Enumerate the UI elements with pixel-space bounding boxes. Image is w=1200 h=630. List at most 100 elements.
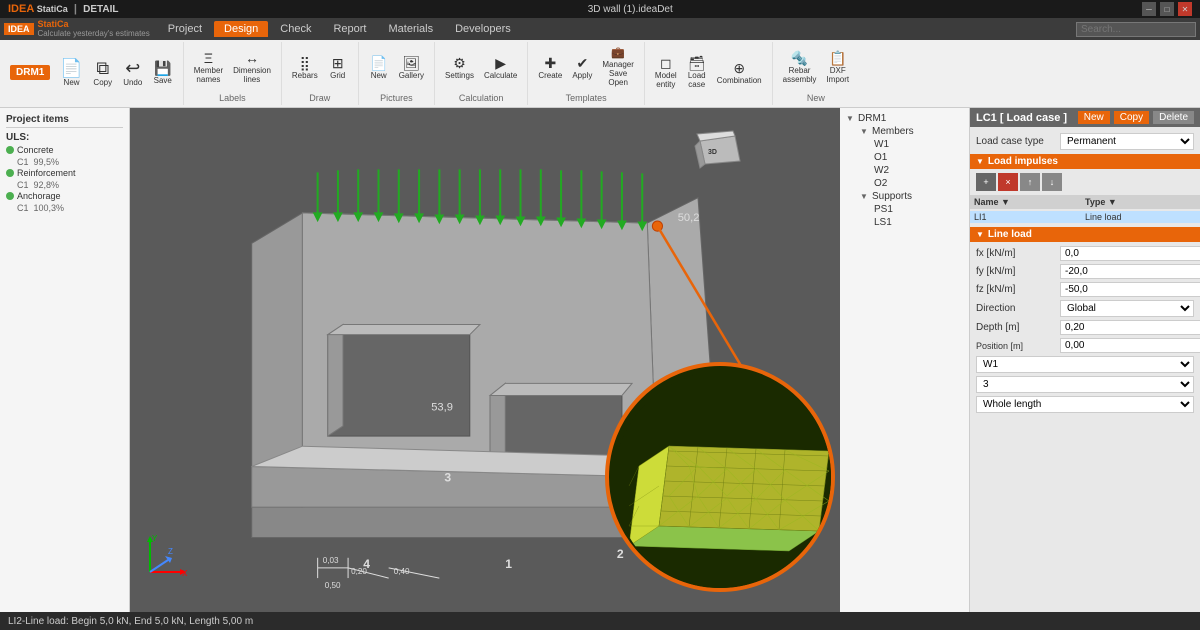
copy-icon: ⧉ <box>96 59 109 77</box>
maximize-button[interactable]: □ <box>1160 2 1174 16</box>
ribbon-btn-model-entity[interactable]: ◻ Modelentity <box>651 54 681 91</box>
ribbon-btn-calculate[interactable]: ▶ Calculate <box>480 54 521 82</box>
ribbon-buttons-entities: ◻ Modelentity 🗃 Loadcase ⊕ Combination <box>651 44 766 101</box>
ribbon-group-entities: ◻ Modelentity 🗃 Loadcase ⊕ Combination <box>645 42 773 105</box>
ribbon-btn-pictures-new[interactable]: 📄 New <box>365 54 393 82</box>
fy-input[interactable]: -20,0 <box>1060 264 1200 279</box>
menu-tab-materials[interactable]: Materials <box>378 21 443 37</box>
menu-tab-report[interactable]: Report <box>323 21 376 37</box>
ribbon-group-main: DRM1 📄 New ⧉ Copy ↩ Undo 💾 Save <box>4 42 184 105</box>
drm1-dropdown[interactable]: DRM1 <box>10 65 50 80</box>
w1-row: W1 <box>976 356 1194 373</box>
viewport[interactable]: ⬡ ↺ ⊞ ▣ ▦ 🔲 ⬛ ⌂ <box>130 108 840 612</box>
tree-o1[interactable]: O1 <box>844 151 965 164</box>
fz-input[interactable]: -50,0 <box>1060 282 1200 297</box>
edge-select[interactable]: 3 <box>976 376 1194 393</box>
position-input[interactable] <box>1060 338 1200 353</box>
impulse-btn-2[interactable]: × <box>998 173 1018 191</box>
menu-tab-developers[interactable]: Developers <box>445 21 521 37</box>
ribbon-btn-dimension-lines[interactable]: ↔ Dimensionlines <box>229 49 275 86</box>
direction-select[interactable]: Global <box>1060 300 1194 317</box>
impulse-btn-4[interactable]: ↓ <box>1042 173 1062 191</box>
ribbon-btn-undo[interactable]: ↩ Undo <box>119 57 147 89</box>
position-row: Position [m] <box>976 338 1194 353</box>
ribbon-btn-create-label: Create <box>538 71 562 80</box>
minimize-button[interactable]: ─ <box>1142 2 1156 16</box>
ribbon-btn-save[interactable]: 💾 Save <box>149 59 177 87</box>
tree-w2[interactable]: W2 <box>844 164 965 177</box>
ribbon-group-draw: ⣿ Rebars ⊞ Grid Draw <box>282 42 359 105</box>
ribbon-btn-manager[interactable]: 💼 ManagerSaveOpen <box>598 46 638 89</box>
app-logo-box: IDEA <box>4 23 34 35</box>
props-delete-button[interactable]: Delete <box>1153 111 1194 124</box>
fz-label: fz [kN/m] <box>976 284 1056 295</box>
svg-text:0,40: 0,40 <box>394 567 410 576</box>
direction-label: Direction <box>976 303 1056 314</box>
tree-drm1[interactable]: ▼ DRM1 <box>844 112 965 125</box>
ribbon-group-label-templates: Templates <box>566 91 607 103</box>
ribbon-btn-rebar-assembly-label: Rebarassembly <box>783 66 817 84</box>
load-case-icon: 🗃 <box>688 56 706 70</box>
ribbon-btn-load-case[interactable]: 🗃 Loadcase <box>683 54 711 91</box>
ribbon-btn-create[interactable]: ✚ Create <box>534 54 566 82</box>
window-controls[interactable]: ─ □ ✕ <box>1142 2 1192 16</box>
props-header: LC1 [ Load case ] New Copy Delete <box>970 108 1200 127</box>
svg-text:0,50: 0,50 <box>325 581 341 590</box>
length-select[interactable]: Whole length <box>976 396 1194 413</box>
svg-text:0,03: 0,03 <box>323 556 339 565</box>
ribbon-btn-copy[interactable]: ⧉ Copy <box>89 57 117 89</box>
ribbon-group-calculation: ⚙ Settings ▶ Calculate Calculation <box>435 42 528 105</box>
fx-input[interactable]: 0,0 <box>1060 246 1200 261</box>
ribbon-btn-gallery[interactable]: 🖼 Gallery <box>395 54 428 82</box>
ribbon-btn-grid[interactable]: ⊞ Grid <box>324 54 352 82</box>
ribbon-btn-dxf-import-label: DXFImport <box>826 66 849 84</box>
ribbon-btn-apply[interactable]: ✔ Apply <box>568 54 596 82</box>
reinforcement-value: 92,8% <box>34 180 60 190</box>
li1-type: Line load <box>1085 212 1196 222</box>
ribbon-group-pictures: 📄 New 🖼 Gallery Pictures <box>359 42 435 105</box>
ribbon-btn-undo-label: Undo <box>123 78 142 87</box>
concrete-ref: C1 <box>17 157 29 167</box>
tree-toggle-supports: ▼ <box>860 192 870 201</box>
impulse-btn-1[interactable]: + <box>976 173 996 191</box>
manager-icon: 💼 <box>611 48 625 59</box>
reinforcement-label: Reinforcement <box>17 168 76 178</box>
cube-navigator[interactable]: 3D <box>685 116 750 181</box>
tree-ps1[interactable]: PS1 <box>844 203 965 216</box>
direction-row: Direction Global <box>976 300 1194 317</box>
tree-members[interactable]: ▼ Members <box>844 125 965 138</box>
rebars-icon: ⣿ <box>300 56 310 70</box>
tree-ls1[interactable]: LS1 <box>844 216 965 229</box>
menu-tab-project[interactable]: Project <box>158 21 212 37</box>
close-button[interactable]: ✕ <box>1178 2 1192 16</box>
ribbon-group-labels: Ξ Membernames ↔ Dimensionlines Labels <box>184 42 282 105</box>
ribbon-btn-rebar-assembly[interactable]: 🔩 Rebarassembly <box>779 49 821 86</box>
ribbon-group-label-new: New <box>807 91 825 103</box>
w1-select[interactable]: W1 <box>976 356 1194 373</box>
tree-o2[interactable]: O2 <box>844 177 965 190</box>
menu-tab-check[interactable]: Check <box>270 21 321 37</box>
search-input[interactable] <box>1076 22 1196 37</box>
ribbon-btn-settings[interactable]: ⚙ Settings <box>441 54 478 82</box>
reinforcement-ref: C1 <box>17 180 29 190</box>
impulse-btn-3[interactable]: ↑ <box>1020 173 1040 191</box>
ribbon-btn-calculate-label: Calculate <box>484 71 517 80</box>
gallery-icon: 🖼 <box>402 56 420 70</box>
load-case-type-select[interactable]: Permanent <box>1060 133 1194 150</box>
ribbon-btn-gallery-label: Gallery <box>399 71 424 80</box>
depth-input[interactable] <box>1060 320 1200 335</box>
ribbon-btn-new-label: New <box>64 78 80 87</box>
ribbon-btn-rebars[interactable]: ⣿ Rebars <box>288 54 322 82</box>
load-impulse-row-li1[interactable]: LI1 Line load <box>970 211 1200 223</box>
ribbon-btn-member-names[interactable]: Ξ Membernames <box>190 49 227 86</box>
ribbon-btn-combination[interactable]: ⊕ Combination <box>713 59 766 87</box>
tree-w1[interactable]: W1 <box>844 138 965 151</box>
ribbon-btn-model-entity-label: Modelentity <box>655 71 677 89</box>
ribbon-btn-dxf-import[interactable]: 📋 DXFImport <box>822 49 853 86</box>
menu-tab-design[interactable]: Design <box>214 21 268 37</box>
props-copy-button[interactable]: Copy <box>1114 111 1149 124</box>
ribbon-btn-new[interactable]: 📄 New <box>56 57 86 89</box>
props-new-button[interactable]: New <box>1078 111 1110 124</box>
tree-supports[interactable]: ▼ Supports <box>844 190 965 203</box>
fx-row: fx [kN/m] 0,0 <box>976 246 1194 261</box>
